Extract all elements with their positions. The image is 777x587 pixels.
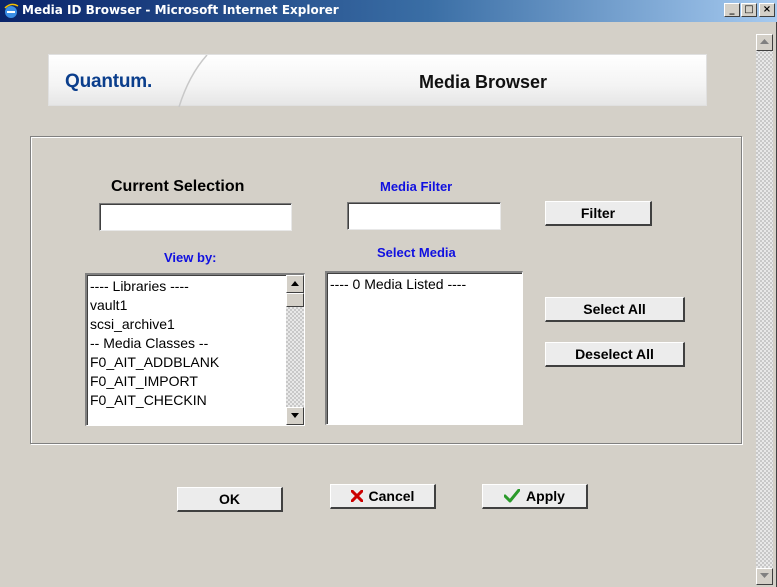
list-item[interactable]: scsi_archive1 xyxy=(87,315,304,334)
list-item[interactable]: vault1 xyxy=(87,296,304,315)
scroll-thumb[interactable] xyxy=(286,293,304,307)
checkmark-icon xyxy=(504,489,521,503)
browser-window: Media ID Browser - Microsoft Internet Ex… xyxy=(0,0,777,587)
media-filter-label: Media Filter xyxy=(380,179,453,194)
page-header: Quantum. Media Browser xyxy=(48,54,707,107)
arrow-down-icon xyxy=(760,573,769,578)
media-filter-input[interactable] xyxy=(347,202,501,230)
cancel-label: Cancel xyxy=(368,488,415,504)
selection-panel: Current Selection Media Filter Filter Vi… xyxy=(30,136,742,444)
filter-button[interactable]: Filter xyxy=(545,201,652,226)
page-content: Quantum. Media Browser Current Selection… xyxy=(4,22,756,585)
list-item[interactable]: F0_AIT_CHECKIN xyxy=(87,391,304,410)
quantum-logo: Quantum. xyxy=(65,71,153,92)
cancel-button[interactable]: Cancel xyxy=(330,484,436,509)
arrow-down-icon xyxy=(291,413,299,418)
apply-button[interactable]: Apply xyxy=(482,484,588,509)
cancel-x-icon xyxy=(350,490,363,502)
list-item[interactable]: F0_AIT_IMPORT xyxy=(87,372,304,391)
list-item[interactable]: ---- Libraries ---- xyxy=(87,277,304,296)
list-item[interactable]: F0_AIT_ADDBLANK xyxy=(87,353,304,372)
apply-label: Apply xyxy=(526,488,565,504)
select-media-items: ---- 0 Media Listed ---- xyxy=(327,273,522,294)
current-selection-input[interactable] xyxy=(99,203,292,231)
deselect-all-button[interactable]: Deselect All xyxy=(545,342,685,367)
list-item[interactable]: -- Media Classes -- xyxy=(87,334,304,353)
close-button[interactable]: × xyxy=(759,3,775,17)
select-all-button[interactable]: Select All xyxy=(545,297,685,322)
view-by-listbox[interactable]: ---- Libraries ---- vault1 scsi_archive1… xyxy=(85,273,305,426)
title-bar[interactable]: Media ID Browser - Microsoft Internet Ex… xyxy=(0,0,777,22)
arrow-up-icon xyxy=(291,281,299,286)
page-title: Media Browser xyxy=(419,72,548,92)
scroll-up-button[interactable] xyxy=(286,275,304,293)
page-scrollbar[interactable] xyxy=(756,34,773,585)
view-by-label: View by: xyxy=(164,250,217,265)
select-media-listbox[interactable]: ---- 0 Media Listed ---- xyxy=(325,271,523,425)
current-selection-label: Current Selection xyxy=(111,178,245,195)
logo-swoosh-icon xyxy=(178,55,208,107)
view-by-scrollbar[interactable] xyxy=(286,275,304,425)
view-by-items: ---- Libraries ---- vault1 scsi_archive1… xyxy=(87,275,304,410)
internet-explorer-icon xyxy=(4,3,19,18)
ok-button[interactable]: OK xyxy=(177,487,283,512)
minimize-button[interactable]: _ xyxy=(724,3,740,17)
page-scroll-down-button[interactable] xyxy=(756,568,773,585)
list-item[interactable]: ---- 0 Media Listed ---- xyxy=(327,275,522,294)
maximize-button[interactable]: □ xyxy=(741,3,757,17)
window-title: Media ID Browser - Microsoft Internet Ex… xyxy=(22,3,339,17)
select-media-label: Select Media xyxy=(377,245,456,260)
arrow-up-icon xyxy=(760,39,769,44)
scroll-down-button[interactable] xyxy=(286,407,304,425)
page-scroll-up-button[interactable] xyxy=(756,34,773,51)
